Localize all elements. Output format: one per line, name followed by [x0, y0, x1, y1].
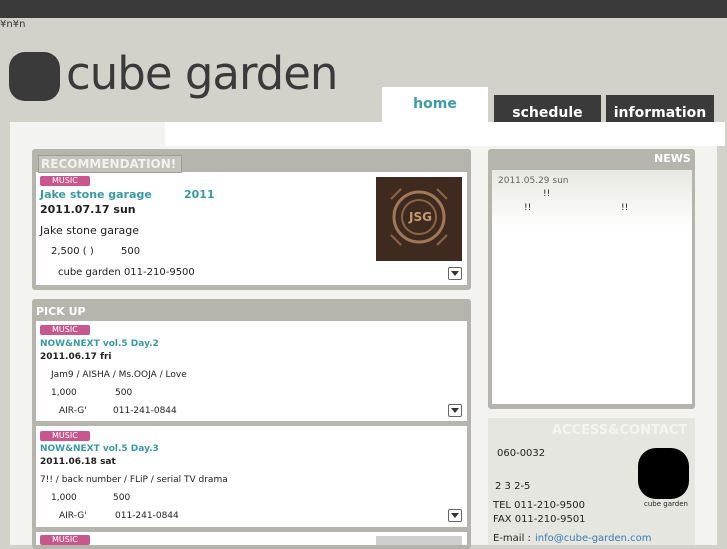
- album-art-text: JSG: [409, 210, 432, 224]
- pickup-item-price-b: 500: [113, 493, 131, 503]
- recommendation-price-b: 500: [121, 246, 141, 257]
- expand-arrow-icon[interactable]: [448, 267, 462, 280]
- news-date: 2011.05.29 sun: [498, 176, 569, 186]
- pickup-item-contact-tel: 011-241-0844: [113, 406, 177, 416]
- pickup-item-contact-tel: 011-241-0844: [115, 511, 179, 521]
- recommendation-price: 2,500 ( ): [51, 246, 94, 257]
- expand-arrow-icon[interactable]: [448, 509, 462, 522]
- music-badge: MUSIC: [40, 535, 90, 545]
- recommendation-contact: cube garden 011-210-9500: [58, 267, 195, 278]
- tab-information[interactable]: information: [606, 95, 714, 123]
- recommendation-date: 2011.07.17 sun: [40, 203, 136, 216]
- access-email-label: E-mail :: [493, 533, 531, 544]
- pickup-item-title[interactable]: NOW&NEXT vol.5 Day.2: [40, 339, 159, 349]
- music-badge: MUSIC: [40, 325, 90, 335]
- logo-icon[interactable]: [9, 52, 60, 101]
- pickup-item-date: 2011.06.18 sat: [40, 457, 116, 467]
- cube-garden-logo-icon: [638, 448, 689, 499]
- content-top-strip: [165, 122, 725, 146]
- pickup-item-contact-name: AIR-G': [59, 406, 87, 416]
- top-bar: [0, 0, 727, 18]
- tab-home[interactable]: home: [382, 87, 488, 123]
- access-fax: FAX 011-210-9501: [493, 514, 586, 525]
- recommendation-artist: Jake stone garage: [40, 224, 139, 237]
- pickup-item-price: 1,000: [51, 388, 77, 398]
- pickup-item-price-b: 500: [115, 388, 133, 398]
- access-heading: ACCESS&CONTACT: [552, 423, 688, 438]
- encoding-text: ¥n¥n: [0, 19, 26, 30]
- pickup-heading: PICK UP: [36, 305, 86, 318]
- music-badge: MUSIC: [40, 431, 90, 441]
- pickup-item-date: 2011.06.17 fri: [40, 352, 112, 362]
- recommendation-heading: RECOMMENDATION!: [38, 155, 182, 173]
- tab-schedule[interactable]: schedule: [494, 95, 601, 123]
- access-postal: 060-0032: [497, 448, 546, 459]
- news-line[interactable]: !!: [621, 203, 628, 213]
- pickup-item-artists: 7!! / back number / FLiP / serial TV dra…: [40, 475, 228, 485]
- news-heading: NEWS: [654, 152, 691, 165]
- access-tel: TEL 011-210-9500: [493, 500, 586, 511]
- pickup-item-thumbnail[interactable]: [376, 536, 462, 545]
- news-body: [492, 170, 692, 404]
- expand-arrow-icon[interactable]: [448, 404, 462, 417]
- pickup-item-price: 1,000: [51, 493, 77, 503]
- cube-mark-label: cube garden: [644, 500, 688, 508]
- news-line[interactable]: !!: [543, 189, 550, 199]
- access-email-link[interactable]: info@cube-garden.com: [535, 533, 651, 544]
- site-logo-text[interactable]: cube garden: [66, 44, 338, 104]
- news-line[interactable]: !!: [524, 203, 531, 213]
- pickup-item-contact-name: AIR-G': [59, 511, 87, 521]
- recommendation-title[interactable]: Jake stone garage: [40, 188, 152, 201]
- album-art-image[interactable]: JSG: [376, 177, 462, 261]
- pickup-item-title[interactable]: NOW&NEXT vol.5 Day.3: [40, 444, 159, 454]
- access-address: 2 3 2-5: [495, 481, 531, 492]
- pickup-item-artists: Jam9 / AISHA / Ms.OOJA / Love: [51, 370, 187, 380]
- music-badge: MUSIC: [40, 176, 90, 186]
- recommendation-year: 2011: [184, 188, 215, 201]
